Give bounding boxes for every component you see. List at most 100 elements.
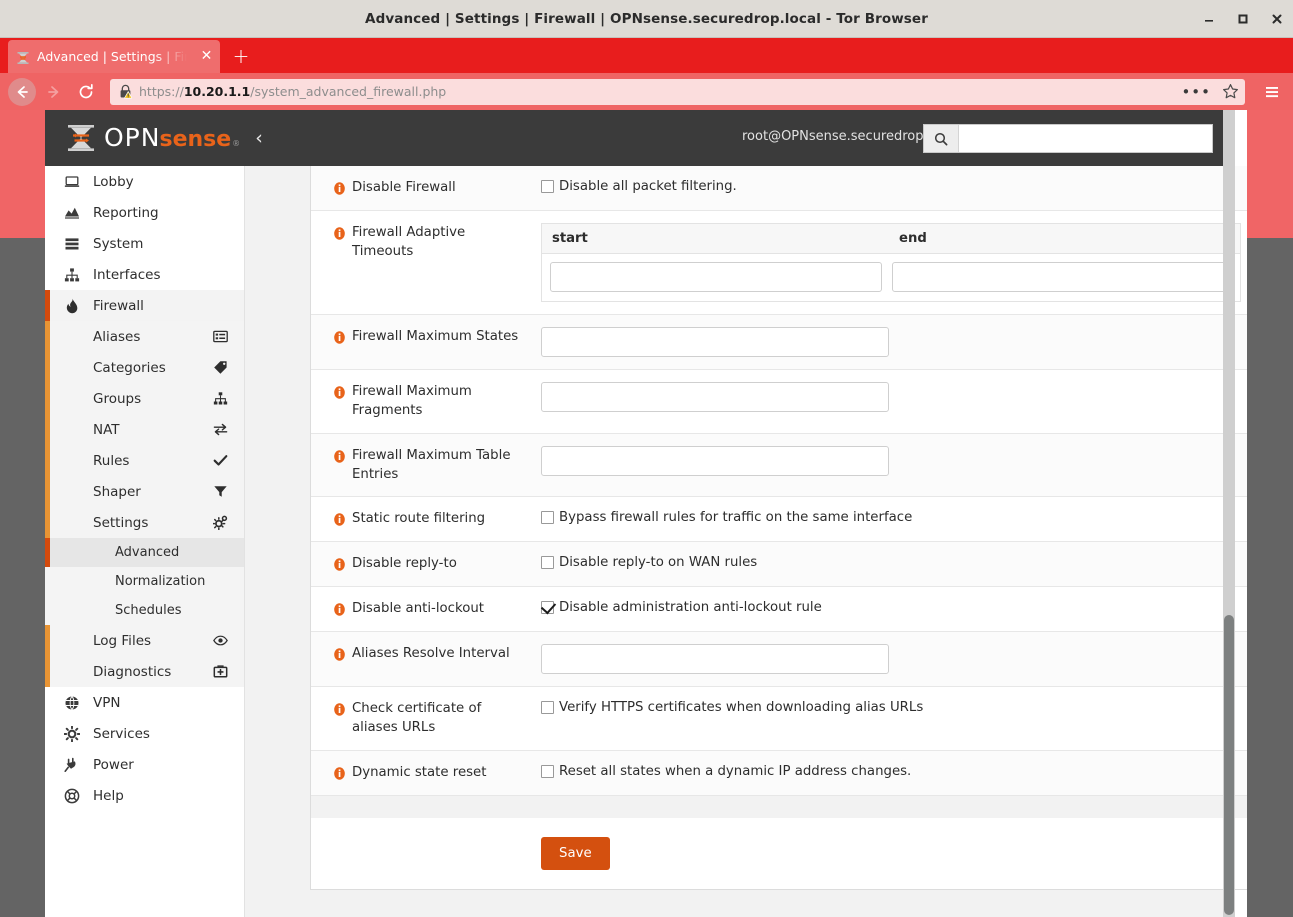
checkbox-disable-anti-lockout[interactable]: Disable administration anti-lockout rule	[541, 599, 1245, 616]
sidebar-item-label: Groups	[93, 391, 141, 407]
info-icon[interactable]	[333, 556, 346, 569]
browser-navigation-bar: https://10.20.1.1/system_advanced_firewa…	[0, 73, 1293, 110]
sidebar-item-nat[interactable]: NAT	[45, 414, 244, 445]
save-button[interactable]: Save	[541, 837, 610, 870]
table-header-row: start end	[542, 224, 1240, 254]
logo-registered-mark: ®	[232, 139, 240, 148]
sidebar-item-categories[interactable]: Categories	[45, 352, 244, 383]
checkbox-box[interactable]	[541, 511, 554, 524]
form-control-cell: Disable all packet filtering.	[541, 166, 1247, 210]
tab-strip: Advanced | Settings | Fire ✕ +	[0, 38, 1293, 73]
globe-icon	[63, 694, 80, 711]
page-actions-icon[interactable]: •••	[1181, 83, 1215, 101]
info-icon[interactable]	[333, 601, 346, 614]
checkbox-label: Disable reply-to on WAN rules	[559, 554, 757, 571]
info-icon[interactable]	[333, 180, 346, 193]
checkbox-box[interactable]	[541, 180, 554, 193]
aliases-resolve-interval-input[interactable]	[541, 644, 889, 674]
cogs-icon	[212, 515, 228, 531]
form-control-cell: Bypass firewall rules for traffic on the…	[541, 497, 1247, 541]
form-label: Disable Firewall	[352, 178, 456, 198]
opnsense-page: OPN sense ® ‹ root@OPNsense.securedrop.l…	[45, 110, 1235, 917]
sidebar-collapse-icon[interactable]: ‹	[250, 127, 268, 149]
form-label-cell: Disable anti-lockout	[311, 587, 541, 631]
close-icon[interactable]	[1269, 11, 1285, 27]
form-control-cell: Verify HTTPS certificates when downloadi…	[541, 687, 1247, 750]
checkbox-box[interactable]	[541, 601, 554, 614]
form-label-cell: Static route filtering	[311, 497, 541, 541]
lock-warning-icon[interactable]	[119, 84, 132, 99]
form-label-cell: Firewall Maximum Table Entries	[311, 434, 541, 497]
info-icon[interactable]	[333, 646, 346, 659]
sidebar-item-label: VPN	[93, 695, 120, 711]
maximize-icon[interactable]	[1235, 11, 1251, 27]
window-titlebar: Advanced | Settings | Firewall | OPNsens…	[0, 0, 1293, 38]
checkbox-box[interactable]	[541, 765, 554, 778]
sidebar-item-schedules[interactable]: Schedules	[45, 596, 244, 625]
checkbox-check-certificate-of-aliases-urls[interactable]: Verify HTTPS certificates when downloadi…	[541, 699, 1245, 716]
sidebar-item-services[interactable]: Services	[45, 718, 244, 749]
sidebar-item-label: Services	[93, 726, 150, 742]
scrollbar-thumb[interactable]	[1224, 615, 1234, 915]
sidebar-item-power[interactable]: Power	[45, 749, 244, 780]
checkbox-box[interactable]	[541, 701, 554, 714]
info-icon[interactable]	[333, 448, 346, 461]
checkbox-box[interactable]	[541, 556, 554, 569]
firewall-maximum-states-input[interactable]	[541, 327, 889, 357]
sidebar-item-settings[interactable]: Settings	[45, 507, 244, 538]
firewall-maximum-fragments-input[interactable]	[541, 382, 889, 412]
browser-tab[interactable]: Advanced | Settings | Fire ✕	[8, 40, 220, 73]
back-arrow-icon[interactable]	[8, 78, 36, 106]
page-scrollbar[interactable]	[1223, 110, 1235, 917]
sidebar-item-label: Diagnostics	[93, 664, 171, 680]
address-bar[interactable]: https://10.20.1.1/system_advanced_firewa…	[110, 79, 1245, 105]
sidebar-item-vpn[interactable]: VPN	[45, 687, 244, 718]
sidebar-item-label: Interfaces	[93, 267, 160, 283]
sidebar-item-diagnostics[interactable]: Diagnostics	[45, 656, 244, 687]
sidebar-item-shaper[interactable]: Shaper	[45, 476, 244, 507]
bookmark-star-icon[interactable]	[1222, 83, 1239, 100]
info-icon[interactable]	[333, 384, 346, 397]
new-tab-button[interactable]: +	[230, 46, 252, 68]
form-control-cell	[541, 434, 1247, 497]
checkbox-disable-firewall[interactable]: Disable all packet filtering.	[541, 178, 1245, 195]
tor-onion-icon	[16, 50, 30, 64]
sidebar-item-groups[interactable]: Groups	[45, 383, 244, 414]
form-row-check-certificate-of-aliases-urls: Check certificate of aliases URLs Verify…	[311, 687, 1247, 751]
info-icon[interactable]	[333, 329, 346, 342]
sidebar-item-log-files[interactable]: Log Files	[45, 625, 244, 656]
sidebar-item-system[interactable]: System	[45, 228, 244, 259]
sidebar-item-help[interactable]: Help	[45, 780, 244, 811]
sidebar-item-interfaces[interactable]: Interfaces	[45, 259, 244, 290]
info-icon[interactable]	[333, 701, 346, 714]
checkbox-static-route-filtering[interactable]: Bypass firewall rules for traffic on the…	[541, 509, 1245, 526]
sidebar-item-advanced[interactable]: Advanced	[45, 538, 244, 567]
minimize-icon[interactable]	[1201, 11, 1217, 27]
tab-close-icon[interactable]: ✕	[199, 49, 214, 64]
sidebar-item-normalization[interactable]: Normalization	[45, 567, 244, 596]
sidebar-item-aliases[interactable]: Aliases	[45, 321, 244, 352]
info-icon[interactable]	[333, 765, 346, 778]
form-control-cell: Disable administration anti-lockout rule	[541, 587, 1247, 631]
sidebar-item-lobby[interactable]: Lobby	[45, 166, 244, 197]
sidebar-item-rules[interactable]: Rules	[45, 445, 244, 476]
opnsense-logo[interactable]: OPN sense ®	[65, 123, 240, 152]
info-icon[interactable]	[333, 511, 346, 524]
info-icon[interactable]	[333, 225, 346, 238]
firewall-maximum-table-entries-input[interactable]	[541, 446, 889, 476]
chart-area-icon	[63, 204, 80, 221]
global-search[interactable]	[923, 124, 1213, 153]
sidebar-item-label: Schedules	[115, 603, 182, 618]
adaptive-timeout-start-input[interactable]	[550, 262, 882, 292]
forward-arrow-icon[interactable]	[40, 78, 68, 106]
sidebar-item-firewall[interactable]: Firewall	[45, 290, 244, 321]
checkbox-disable-reply-to[interactable]: Disable reply-to on WAN rules	[541, 554, 1245, 571]
search-input[interactable]	[959, 125, 1212, 152]
url-path: /system_advanced_firewall.php	[250, 84, 446, 99]
form-label-cell: Check certificate of aliases URLs	[311, 687, 541, 750]
reload-icon[interactable]	[72, 78, 100, 106]
checkbox-dynamic-state-reset[interactable]: Reset all states when a dynamic IP addre…	[541, 763, 1245, 780]
adaptive-timeout-end-input[interactable]	[892, 262, 1233, 292]
sidebar-item-reporting[interactable]: Reporting	[45, 197, 244, 228]
hamburger-menu-icon[interactable]	[1259, 79, 1285, 105]
